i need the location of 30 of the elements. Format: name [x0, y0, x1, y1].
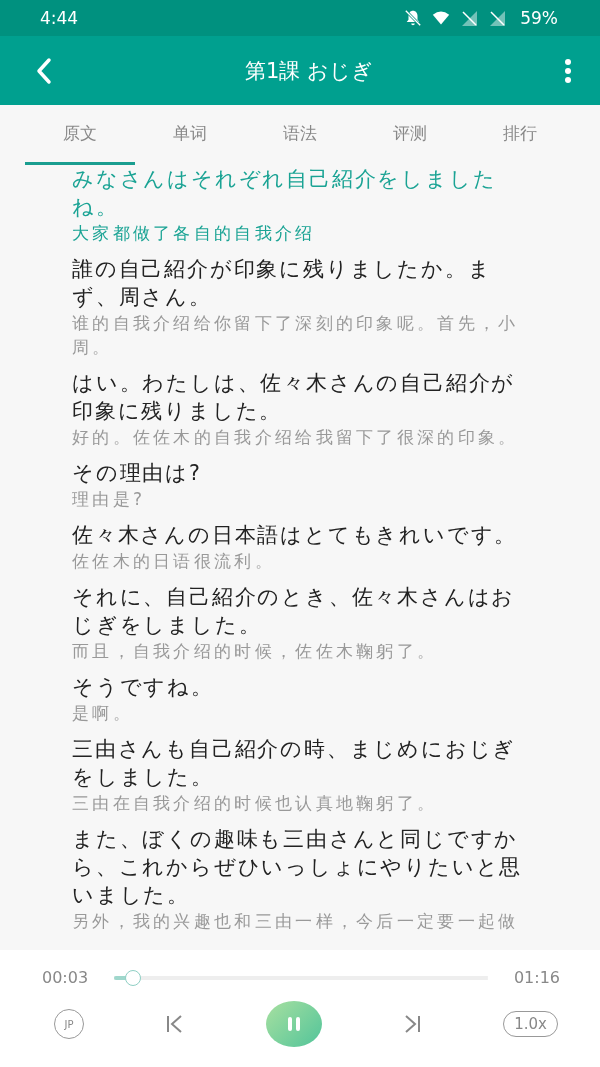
japanese-sentence[interactable]: そうですね。 — [72, 673, 527, 701]
wifi-icon — [432, 9, 451, 27]
more-icon[interactable] — [564, 57, 572, 84]
back-icon[interactable] — [34, 55, 54, 86]
muted-bell-icon — [404, 9, 423, 27]
no-signal-icon — [488, 9, 507, 27]
lesson-title: 第1課 おじぎ — [244, 57, 373, 85]
chinese-translation: 大家都做了各自的自我介绍 — [72, 222, 317, 245]
chinese-translation: 佐佐木的日语很流利。 — [72, 550, 276, 573]
japanese-sentence[interactable]: 三由さんも自己紹介の時、まじめにおじぎをしました。 — [72, 735, 527, 791]
japanese-sentence[interactable]: はい。わたしは、佐々木さんの自己紹介が印象に残りました。 — [72, 369, 527, 425]
japanese-sentence[interactable]: それに、自己紹介のとき、佐々木さんはおじぎをしました。 — [72, 583, 527, 639]
total-time: 01:16 — [513, 968, 560, 987]
chinese-translation: 是啊。 — [72, 702, 134, 725]
chinese-translation: 另外，我的兴趣也和三由一样，今后一定要一起做 — [72, 910, 520, 933]
chinese-translation: 而且，自我介绍的时候，佐佐木鞠躬了。 — [72, 640, 439, 663]
japanese-sentence[interactable]: その理由は? — [72, 459, 527, 487]
pause-button[interactable] — [265, 1001, 322, 1047]
battery-level: 59% — [520, 8, 558, 28]
japanese-sentence[interactable]: 誰の自己紹介が印象に残りましたか。まず、周さん。 — [72, 255, 527, 311]
chinese-translation: 理由是? — [72, 488, 147, 511]
japanese-sentence[interactable]: また、ぼくの趣味も三由さんと同じですから、これからぜひいっしょにやりたいと思いました。 — [72, 825, 527, 909]
japanese-sentence[interactable]: 佐々木さんの日本語はとてもきれいです。 — [72, 521, 527, 549]
progress-thumb[interactable] — [125, 969, 142, 986]
chinese-translation: 好的。佐佐木的自我介绍给我留下了很深的印象。 — [72, 426, 520, 449]
chinese-translation: 谁的自我介绍给你留下了深刻的印象呢。首先，小周。 — [72, 312, 520, 359]
no-signal-icon — [460, 9, 479, 27]
clock: 4:44 — [40, 8, 79, 28]
chinese-translation: 三由在自我介绍的时候也认真地鞠躬了。 — [72, 792, 439, 815]
elapsed-time: 00:03 — [42, 968, 89, 987]
